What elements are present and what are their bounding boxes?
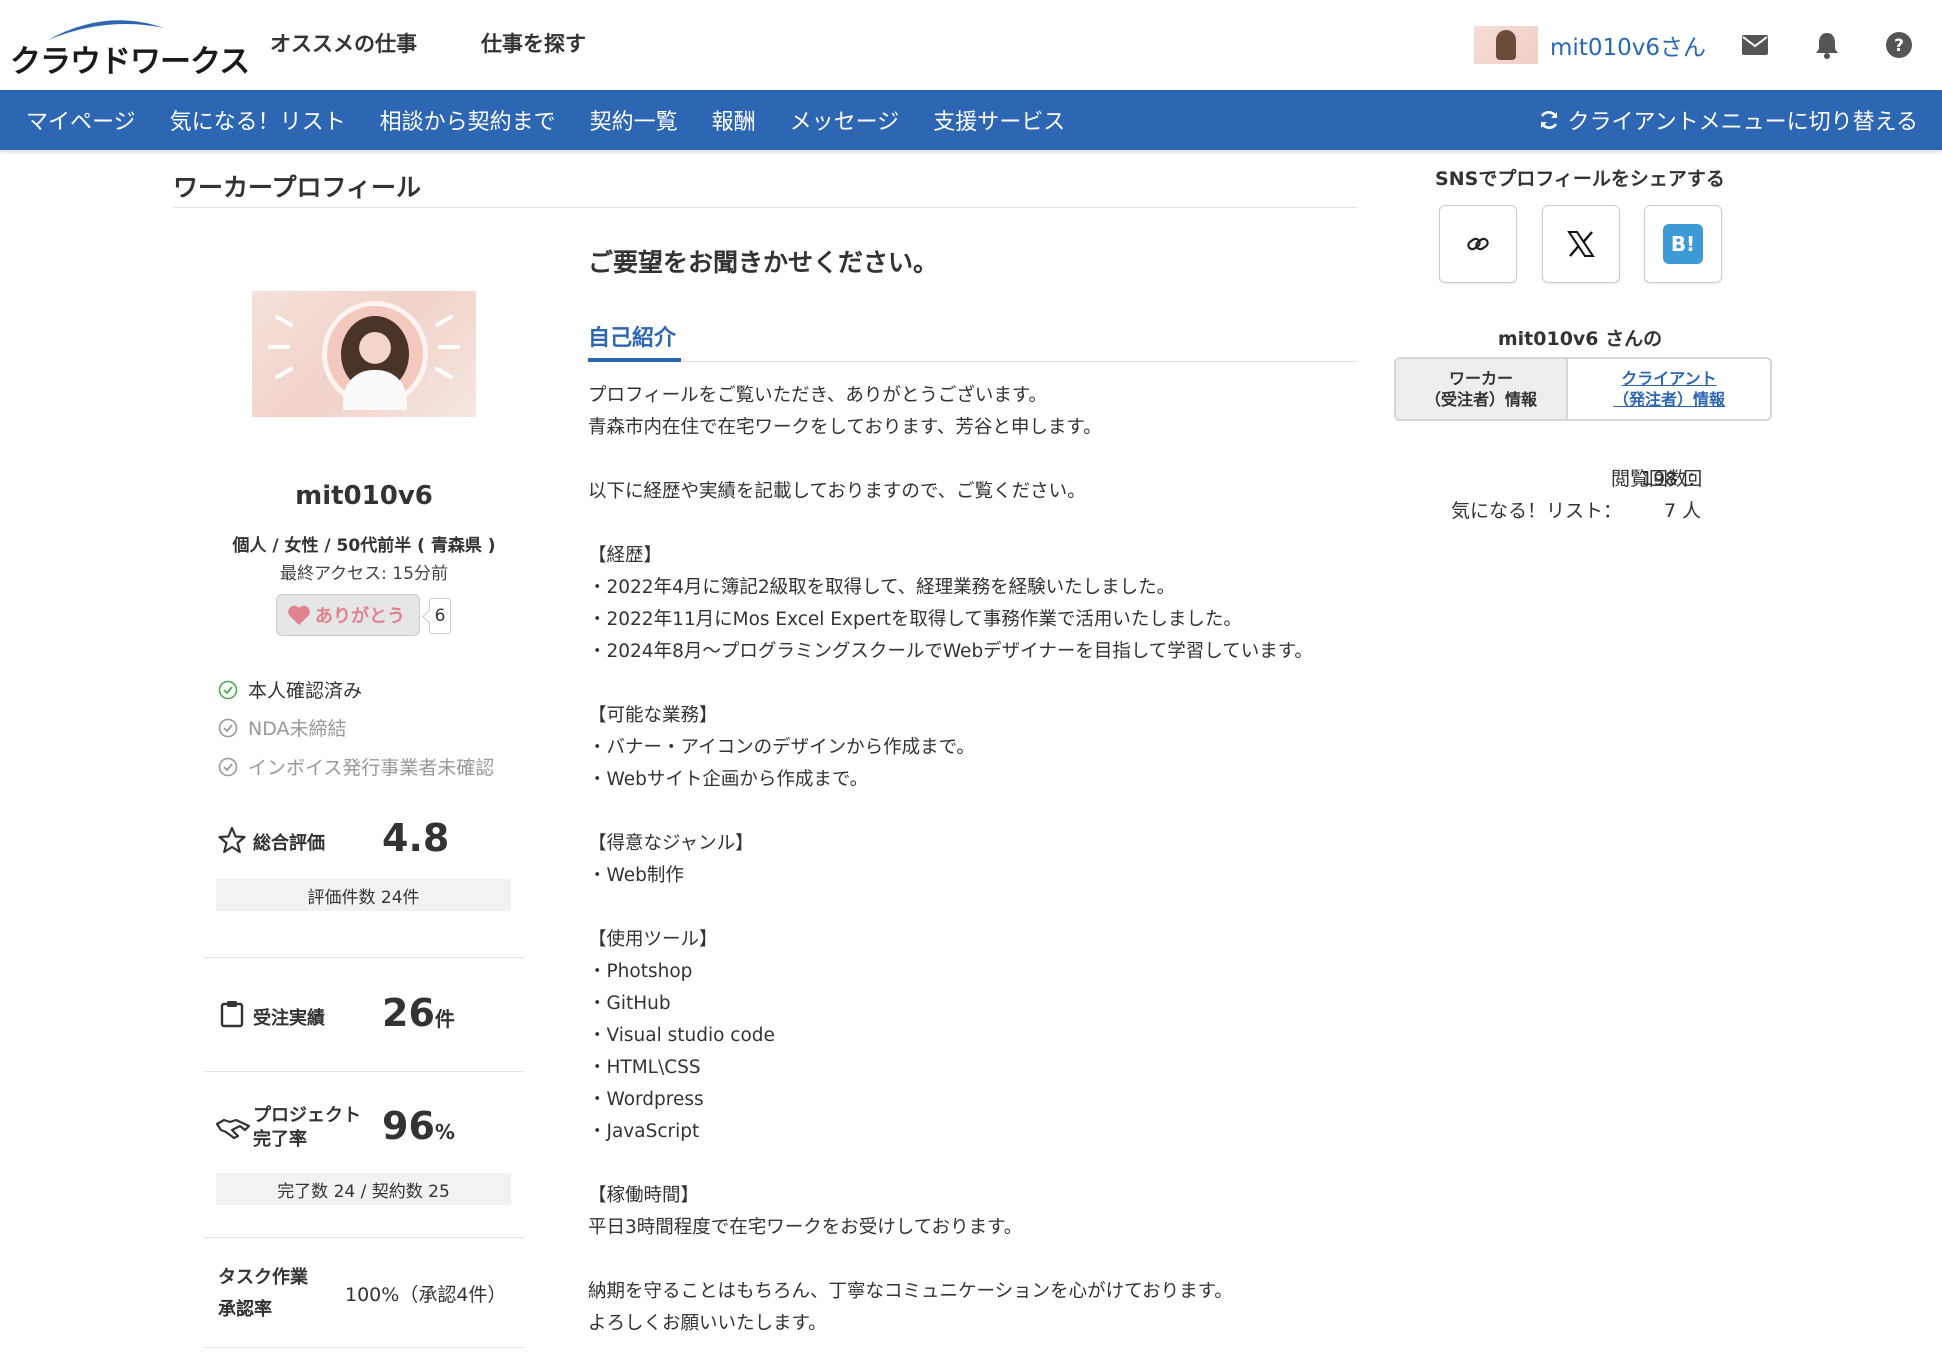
menu-favorites[interactable]: 気になる！リスト (170, 104, 346, 136)
profile-name: mit010v6 (295, 481, 433, 511)
page-title: ワーカープロフィール (173, 173, 422, 202)
heart-icon (288, 605, 310, 625)
divider (204, 1347, 524, 1348)
x-logo-icon (1567, 231, 1595, 257)
mail-icon[interactable] (1740, 30, 1770, 60)
owner-label: mit010v6 さんの (1497, 328, 1663, 350)
divider (204, 1237, 524, 1238)
menu-rewards[interactable]: 報酬 (712, 104, 756, 136)
rating-label: 総合評価 (253, 833, 325, 854)
refresh-icon (1540, 111, 1557, 129)
profile-photo (252, 291, 476, 417)
task-approval-value: 100%（承認4件） (345, 1284, 507, 1306)
link-icon (1467, 237, 1489, 251)
task-label: タスク作業 承認率 (218, 1262, 308, 1326)
task-label-line1: タスク作業 (218, 1267, 308, 1288)
handshake-icon (216, 1118, 250, 1140)
completion-label-line1: プロジェクト (253, 1105, 361, 1126)
worker-info-tab[interactable]: ワーカー （受注者）情報 (1396, 359, 1568, 419)
switch-label: クライアントメニューに切り替える (1567, 110, 1918, 135)
check-circle-icon (218, 757, 238, 776)
thanks-count: 6 (429, 598, 451, 634)
main-menu-bar: マイページ 気になる！リスト 相談から契約まで 契約一覧 報酬 メッセージ 支援… (0, 90, 1942, 150)
rating-value: 4.8 (382, 816, 450, 860)
title-divider (173, 207, 1357, 208)
check-label: インボイス発行事業者未確認 (248, 757, 495, 779)
sns-share-title: SNSでプロフィールをシェアする (1435, 168, 1725, 190)
menu-consult-contract[interactable]: 相談から契約まで (380, 104, 556, 136)
self-introduction-text: プロフィールをご覧いただき、ありがとうございます。 青森市内在住で在宅ワークをし… (588, 385, 1313, 1334)
request-title: ご要望をお聞きかせください。 (588, 248, 939, 277)
check-circle-icon (218, 718, 238, 737)
client-info-tab[interactable]: クライアント （発注者）情報 (1568, 359, 1770, 419)
nav-find-jobs[interactable]: 仕事を探す (481, 28, 586, 58)
top-nav: オススメの仕事 仕事を探す (270, 28, 586, 58)
favorites-label: 気になる！リスト： (1450, 500, 1622, 522)
check-label: NDA未締結 (248, 718, 347, 740)
completion-value: 96 (382, 1104, 435, 1148)
check-circle-icon (218, 680, 238, 699)
svg-text:?: ? (1894, 36, 1904, 56)
copy-link-button[interactable] (1439, 205, 1517, 283)
menu-messages[interactable]: メッセージ (790, 104, 900, 136)
star-icon (218, 826, 246, 854)
nda-status: NDA未締結 (218, 714, 347, 741)
divider (204, 1071, 524, 1072)
role-toggle: ワーカー （受注者）情報 クライアント （発注者）情報 (1394, 357, 1772, 421)
clipboard-icon (220, 1001, 244, 1028)
menu-support[interactable]: 支援サービス (933, 104, 1065, 136)
top-header: クラウドワークス オススメの仕事 仕事を探す mit010v6さん ? (0, 0, 1942, 90)
active-tab-indicator (588, 358, 681, 362)
divider (204, 957, 524, 958)
favorites-value: 7 人 (1664, 500, 1702, 522)
help-icon[interactable]: ? (1884, 30, 1914, 60)
crowdworks-logo[interactable]: クラウドワークス (10, 14, 250, 80)
switch-client-menu-button[interactable]: クライアントメニューに切り替える (1538, 90, 1918, 150)
task-label-line2: 承認率 (218, 1299, 272, 1320)
completion-rate: 96% (382, 1104, 455, 1148)
tab-self-introduction[interactable]: 自己紹介 (588, 320, 676, 352)
menu-contracts[interactable]: 契約一覧 (590, 104, 678, 136)
views-value: 198 回 (1641, 468, 1703, 490)
orders-value: 26 (382, 991, 435, 1035)
invoice-status: インボイス発行事業者未確認 (218, 753, 494, 780)
completion-label: プロジェクト 完了率 (253, 1104, 361, 1152)
verified-identity: 本人確認済み (218, 676, 362, 703)
thanks-label: ありがとう (315, 606, 405, 627)
logo-text: クラウドワークス (10, 44, 250, 80)
orders-unit: 件 (434, 1007, 455, 1031)
tab-divider (588, 361, 1357, 362)
hatena-bookmark-icon: B! (1663, 224, 1703, 264)
thanks-button[interactable]: ありがとう (276, 594, 420, 636)
share-x-button[interactable] (1542, 205, 1620, 283)
orders-count: 26件 (382, 991, 455, 1035)
username-link[interactable]: mit010v6さん (1550, 28, 1706, 62)
check-label: 本人確認済み (248, 680, 363, 702)
orders-label: 受注実績 (253, 1008, 325, 1029)
menu-mypage[interactable]: マイページ (26, 104, 136, 136)
nav-recommended-jobs[interactable]: オススメの仕事 (270, 28, 417, 58)
completion-unit: % (434, 1120, 455, 1144)
rating-count[interactable]: 評価件数 24件 (216, 879, 511, 911)
last-access: 最終アクセス: 15分前 (280, 564, 448, 584)
profile-meta: 個人 / 女性 / 50代前半 ( 青森県 ) (232, 536, 496, 556)
header-user-area: mit010v6さん ? (1474, 20, 1914, 70)
share-hatena-button[interactable]: B! (1644, 205, 1722, 283)
completion-detail: 完了数 24 / 契約数 25 (216, 1173, 511, 1205)
completion-label-line2: 完了率 (253, 1129, 307, 1150)
avatar[interactable] (1474, 26, 1539, 64)
bell-icon[interactable] (1812, 30, 1842, 60)
